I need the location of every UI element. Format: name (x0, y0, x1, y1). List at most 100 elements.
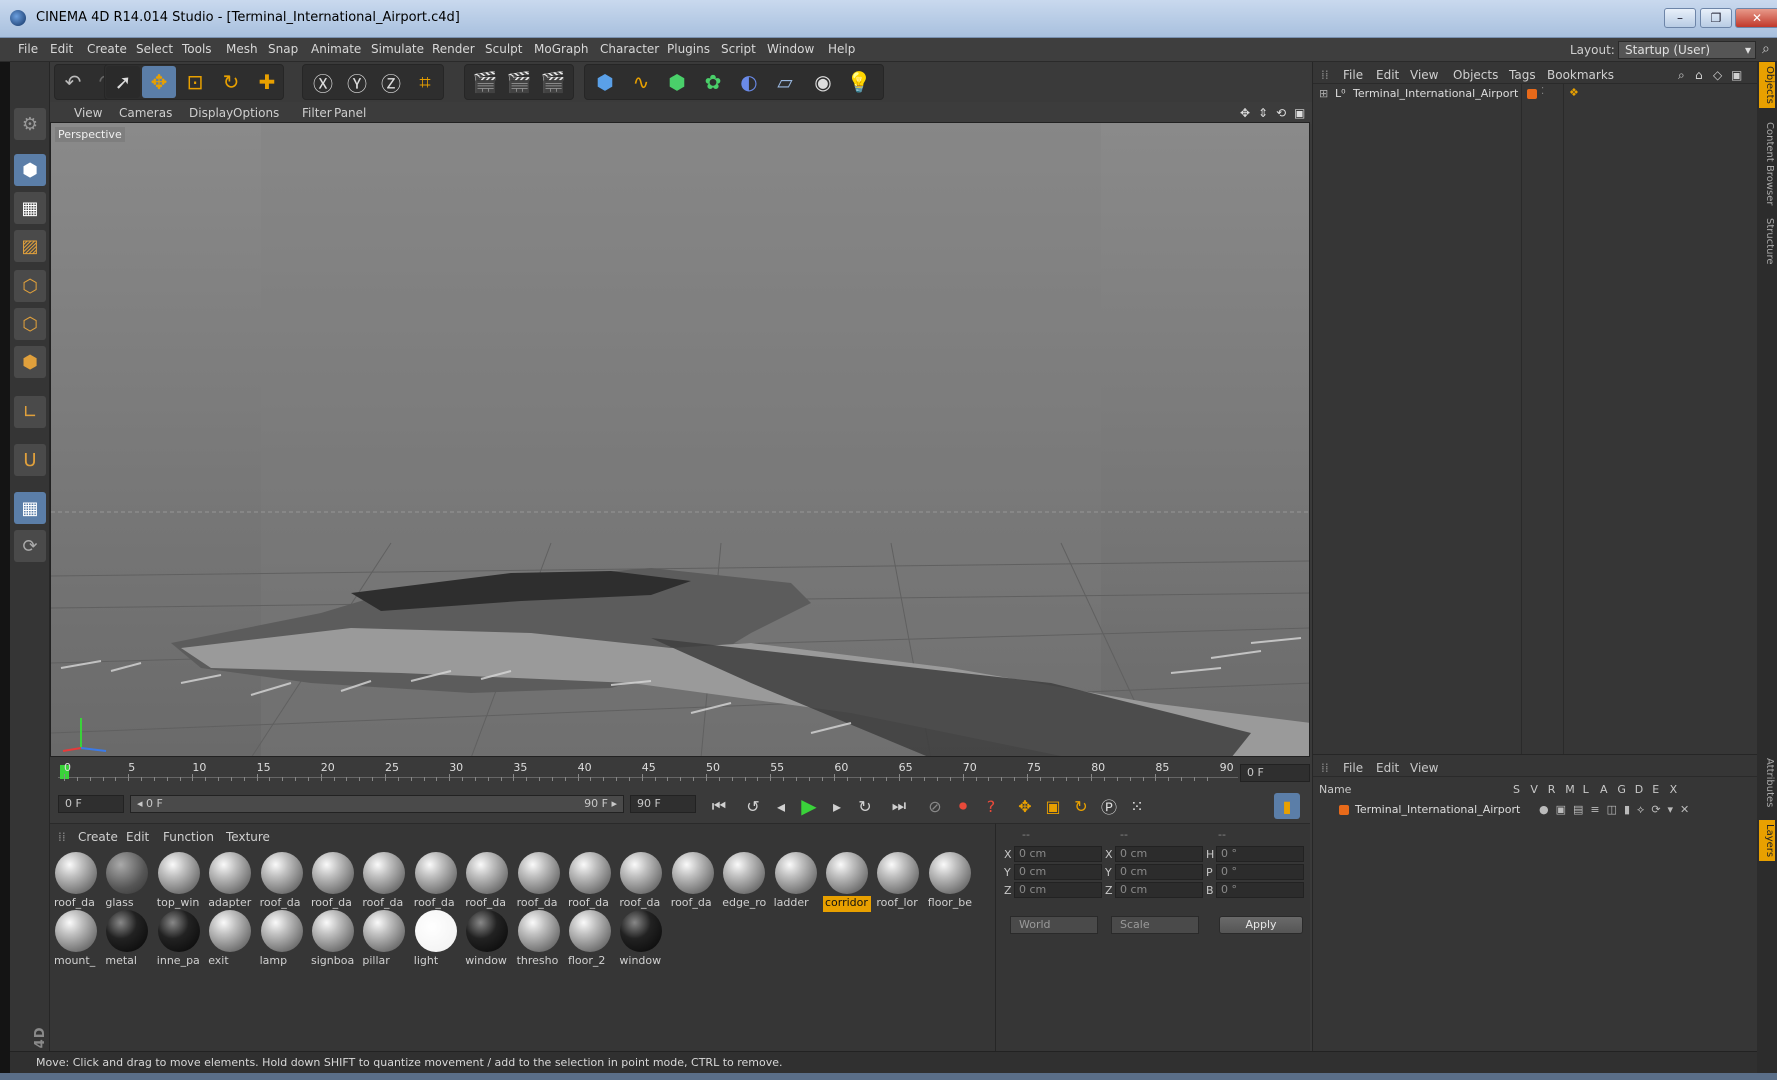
material-swatch[interactable]: edge_ro (720, 850, 768, 914)
material-swatch[interactable]: pillar (360, 908, 408, 972)
menu-create[interactable]: Create (87, 42, 127, 56)
object-row[interactable]: ⊞ L⁰ Terminal_International_Airport ⁚ ❖ (1313, 84, 1758, 104)
material-swatch[interactable]: roof_da (669, 850, 717, 914)
layer-column-header[interactable]: V (1530, 783, 1538, 796)
obj-up-icon[interactable]: ◇ (1713, 68, 1722, 82)
solo-icon[interactable]: ⟳ (14, 530, 46, 562)
tab-structure[interactable]: Structure (1759, 214, 1775, 269)
coord-rot-field[interactable]: 0 ° (1216, 882, 1304, 898)
position-key-icon[interactable]: ✥ (1012, 793, 1038, 819)
menu-help[interactable]: Help (828, 42, 855, 56)
next-frame-icon[interactable]: ▸ (824, 793, 850, 819)
material-swatch[interactable]: roof_lor (874, 850, 922, 914)
material-swatch[interactable]: adapter (206, 850, 254, 914)
layer-column-header[interactable]: S (1513, 783, 1520, 796)
obj-menu-view[interactable]: View (1410, 68, 1438, 82)
layer-color-icon[interactable] (1527, 89, 1537, 99)
material-swatch[interactable]: roof_da (258, 850, 306, 914)
next-key-icon[interactable]: ↻ (852, 793, 878, 819)
move-tool-icon[interactable]: ✥ (142, 66, 176, 98)
coord-size-field[interactable]: 0 cm (1115, 846, 1203, 862)
material-swatch[interactable]: floor_2 (566, 908, 614, 972)
scale-key-icon[interactable]: ▣ (1040, 793, 1066, 819)
coord-pos-field[interactable]: 0 cm (1014, 846, 1102, 862)
obj-search-icon[interactable]: ⌕ (1678, 68, 1685, 83)
deformer-icon[interactable]: ◐ (732, 66, 766, 98)
material-swatch[interactable]: roof_da (566, 850, 614, 914)
layer-column-header[interactable]: X (1670, 783, 1678, 796)
layer-column-header[interactable]: D (1635, 783, 1643, 796)
menu-animate[interactable]: Animate (311, 42, 361, 56)
object-name[interactable]: Terminal_International_Airport (1353, 87, 1518, 100)
camera-icon[interactable]: ◉ (806, 66, 840, 98)
workplane-lock-icon[interactable]: ▦ (14, 492, 46, 524)
material-swatch[interactable]: thresho (515, 908, 563, 972)
material-swatch[interactable]: light (412, 908, 460, 972)
layer-color-swatch[interactable] (1339, 805, 1349, 815)
layer-column-header[interactable]: R (1548, 783, 1556, 796)
coord-pos-field[interactable]: 0 cm (1014, 882, 1102, 898)
layer-column-header[interactable]: M (1565, 783, 1575, 796)
scale-tool-icon[interactable]: ⊡ (178, 66, 212, 98)
obj-menu-bookmarks[interactable]: Bookmarks (1547, 68, 1614, 82)
mat-menu-create[interactable]: Create (78, 830, 118, 844)
y-axis-lock-icon[interactable]: Ⓨ (340, 66, 374, 98)
mat-menu-edit[interactable]: Edit (126, 830, 149, 844)
undo-icon[interactable]: ↶ (56, 66, 90, 98)
layer-toggle-icons[interactable]: ●▣▤≡◫▮⟡⟳▾✕ (1539, 803, 1696, 817)
material-swatch[interactable]: window (463, 908, 511, 972)
material-swatch[interactable]: top_win (155, 850, 203, 914)
menu-edit[interactable]: Edit (50, 42, 73, 56)
play-forward-icon[interactable]: ▶ (796, 793, 822, 819)
vp-menu-panel[interactable]: Panel (334, 106, 366, 120)
polygons-mode-icon[interactable]: ⬢ (14, 346, 46, 378)
end-frame-field[interactable]: 90 F (630, 795, 696, 813)
material-swatch[interactable]: ladder (772, 850, 820, 914)
viewport-move-icon[interactable]: ✥ (1240, 106, 1250, 120)
material-swatch[interactable]: corridor (823, 850, 871, 914)
coord-pos-field[interactable]: 0 cm (1014, 864, 1102, 880)
coord-mode-select[interactable]: World (1010, 916, 1098, 934)
model-mode-icon[interactable]: ⚙ (14, 108, 46, 140)
layer-column-header[interactable]: E (1652, 783, 1659, 796)
obj-new-window-icon[interactable]: ▣ (1731, 68, 1742, 82)
menu-tools[interactable]: Tools (182, 42, 212, 56)
close-button[interactable]: ✕ (1735, 8, 1777, 28)
frame-range-slider[interactable]: ◂ 0 F 90 F ▸ (130, 795, 624, 813)
vp-menu-display[interactable]: Display (189, 106, 233, 120)
layer-column-header[interactable]: A (1600, 783, 1608, 796)
nurbs-icon[interactable]: ⬢ (660, 66, 694, 98)
menu-render[interactable]: Render (432, 42, 475, 56)
material-swatch[interactable]: floor_be (926, 850, 974, 914)
layer-row[interactable]: Terminal_International_Airport ●▣▤≡◫▮⟡⟳▾… (1313, 801, 1758, 819)
layer-menu-edit[interactable]: Edit (1376, 761, 1399, 775)
coord-size-field[interactable]: 0 cm (1115, 882, 1203, 898)
obj-home-icon[interactable]: ⌂ (1695, 68, 1703, 82)
object-mode-icon[interactable]: ⬢ (14, 154, 46, 186)
rotation-key-icon[interactable]: ↻ (1068, 793, 1094, 819)
menu-mesh[interactable]: Mesh (226, 42, 258, 56)
texture-mode-icon[interactable]: ▦ (14, 192, 46, 224)
z-axis-lock-icon[interactable]: Ⓩ (374, 66, 408, 98)
layout-select[interactable]: Startup (User) (1618, 41, 1756, 59)
coord-size-field[interactable]: 0 cm (1115, 864, 1203, 880)
visibility-dots-icon[interactable]: ⁚ (1541, 86, 1544, 97)
coordinate-system-icon[interactable]: ⌗ (408, 66, 442, 98)
obj-menu-file[interactable]: File (1343, 68, 1363, 82)
cube-object-icon[interactable]: ⬢ (588, 66, 622, 98)
tab-objects[interactable]: Objects (1759, 62, 1775, 108)
menu-script[interactable]: Script (721, 42, 756, 56)
point-level-animation-icon[interactable]: ⁙ (1124, 793, 1150, 819)
mat-menu-function[interactable]: Function (163, 830, 214, 844)
coord-rot-field[interactable]: 0 ° (1216, 864, 1304, 880)
rotate-tool-icon[interactable]: ↻ (214, 66, 248, 98)
previous-frame-icon[interactable]: ◂ (768, 793, 794, 819)
material-swatch[interactable]: exit (206, 908, 254, 972)
menu-window[interactable]: Window (767, 42, 814, 56)
apply-button[interactable]: Apply (1219, 916, 1303, 934)
layer-name[interactable]: Terminal_International_Airport (1355, 803, 1520, 816)
viewport-maximize-icon[interactable]: ▣ (1294, 106, 1305, 120)
tab-layers[interactable]: Layers (1759, 820, 1775, 862)
tab-attributes[interactable]: Attributes (1759, 754, 1775, 811)
workplane-icon[interactable]: ▨ (14, 230, 46, 262)
